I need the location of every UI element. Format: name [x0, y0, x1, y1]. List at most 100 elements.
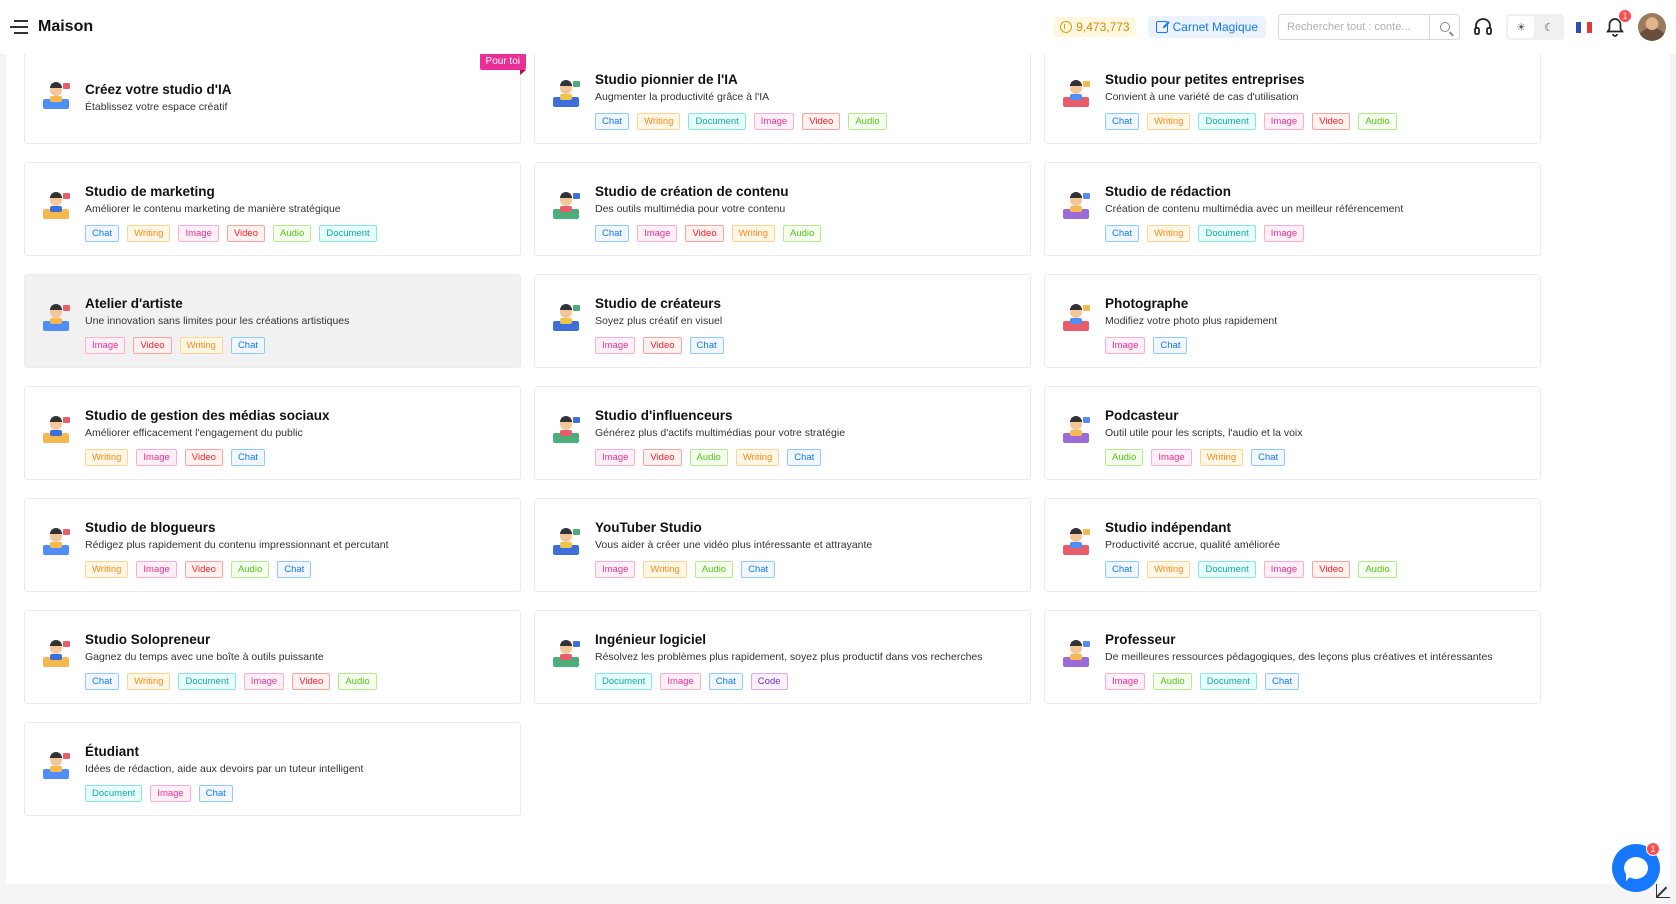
- tag-writing: Writing: [1199, 449, 1244, 466]
- studio-card[interactable]: Studio pionnier de l'IA Augmenter la prod…: [534, 54, 1031, 144]
- studio-card[interactable]: Studio de créateurs Soyez plus créatif en…: [534, 274, 1031, 368]
- card-title: YouTuber Studio: [595, 520, 702, 535]
- tag-writing: Writing: [735, 449, 780, 466]
- for-you-ribbon: Pour toi: [479, 54, 527, 75]
- headset-icon[interactable]: [1472, 17, 1494, 37]
- tag-video: Video: [643, 337, 682, 354]
- tag-audio: Audio: [689, 449, 728, 466]
- magic-notebook-label: Carnet Magique: [1172, 20, 1258, 34]
- tag-chat: Chat: [1105, 113, 1140, 130]
- tag-image: Image: [595, 561, 636, 578]
- card-description: Améliorer le contenu marketing de manièr…: [85, 203, 341, 215]
- marketer-icon: [39, 189, 73, 223]
- card-title: Studio de blogueurs: [85, 520, 216, 535]
- social-media-icon: [39, 413, 73, 447]
- avatar[interactable]: [1638, 13, 1666, 41]
- tag-chat: Chat: [1153, 337, 1188, 354]
- studio-card[interactable]: Studio de marketing Améliorer le contenu …: [24, 162, 521, 256]
- tag-audio: Audio: [1358, 113, 1397, 130]
- tag-document: Document: [85, 785, 143, 802]
- solopreneur-icon: [39, 637, 73, 671]
- card-description: Soyez plus créatif en visuel: [595, 315, 723, 327]
- card-title: Studio de création de contenu: [595, 184, 789, 199]
- tag-chat: Chat: [689, 337, 724, 354]
- youtuber-icon: [549, 525, 583, 559]
- ai-pioneer-icon: [549, 77, 583, 111]
- studio-card[interactable]: Ingénieur logiciel Résolvez les problèmes…: [534, 610, 1031, 704]
- tag-audio: Audio: [783, 225, 822, 242]
- studio-desk-icon: [39, 79, 73, 113]
- freelancer-icon: [1059, 525, 1093, 559]
- search-input[interactable]: [1279, 15, 1429, 39]
- tag-video: Video: [184, 561, 223, 578]
- page-title: Maison: [38, 18, 94, 35]
- studio-card[interactable]: YouTuber Studio Vous aider à créer une vi…: [534, 498, 1031, 592]
- content-creator-icon: [549, 189, 583, 223]
- tag-video: Video: [226, 225, 266, 242]
- tag-image: Image: [595, 337, 636, 354]
- card-title: Studio de marketing: [85, 184, 215, 199]
- studio-card[interactable]: Professeur De meilleures ressources pédag…: [1044, 610, 1541, 704]
- tag-writing: Writing: [637, 113, 681, 130]
- studio-card[interactable]: Podcasteur Outil utile pour les scripts, …: [1044, 386, 1541, 480]
- tag-writing: Writing: [127, 673, 171, 690]
- studio-card[interactable]: Photographe Modifiez votre photo plus rap…: [1044, 274, 1541, 368]
- tag-document: Document: [595, 673, 653, 690]
- studio-card[interactable]: Studio de blogueurs Rédigez plus rapideme…: [24, 498, 521, 592]
- studio-card[interactable]: Studio de rédaction Création de contenu m…: [1044, 162, 1541, 256]
- studio-card[interactable]: Studio de création de contenu Des outils …: [534, 162, 1031, 256]
- teacher-icon: [1059, 637, 1093, 671]
- writer-icon: [1059, 189, 1093, 223]
- tag-audio: Audio: [1105, 449, 1144, 466]
- main-content: Pour toi Créez votre studio d'IA Établisse…: [6, 54, 1670, 884]
- tag-image: Image: [637, 225, 678, 242]
- tag-image: Image: [660, 673, 701, 690]
- tag-chat: Chat: [230, 337, 266, 354]
- tag-writing: Writing: [1147, 113, 1191, 130]
- card-title: Photographe: [1105, 296, 1189, 311]
- expand-icon[interactable]: [1656, 884, 1670, 898]
- dark-theme-icon[interactable]: ☾: [1536, 16, 1562, 38]
- tag-image: Image: [1151, 449, 1192, 466]
- tag-document: Document: [178, 673, 236, 690]
- tag-writing: Writing: [1147, 561, 1191, 578]
- menu-toggle-icon[interactable]: [10, 20, 28, 34]
- studio-card[interactable]: Studio indépendant Productivité accrue, q…: [1044, 498, 1541, 592]
- tag-chat: Chat: [741, 561, 776, 578]
- tag-list: Image Video Chat: [595, 337, 1018, 354]
- search-button[interactable]: [1429, 15, 1459, 39]
- tag-list: Chat Writing Document Image Video Audio: [1105, 561, 1528, 578]
- card-description: Modifiez votre photo plus rapidement: [1105, 315, 1278, 327]
- studio-card[interactable]: Studio Solopreneur Gagnez du temps avec u…: [24, 610, 521, 704]
- student-icon: [39, 749, 73, 783]
- card-title: Studio indépendant: [1105, 520, 1231, 535]
- tag-list: Chat Writing Document Image: [1105, 225, 1528, 242]
- tag-image: Image: [1263, 113, 1305, 130]
- tag-image: Image: [150, 785, 191, 802]
- card-description: Une innovation sans limites pour les cré…: [85, 315, 350, 327]
- card-title: Studio pionnier de l'IA: [595, 72, 738, 87]
- card-title: Studio pour petites entreprises: [1105, 72, 1305, 87]
- light-theme-icon[interactable]: ☀: [1508, 16, 1534, 38]
- tag-chat: Chat: [1251, 449, 1286, 466]
- artist-icon: [39, 301, 73, 335]
- tag-audio: Audio: [338, 673, 377, 690]
- french-flag-icon[interactable]: [1576, 21, 1592, 33]
- studio-card[interactable]: Studio de gestion des médias sociaux Amél…: [24, 386, 521, 480]
- tag-image: Image: [1105, 337, 1146, 354]
- tag-image: Image: [1263, 561, 1305, 578]
- magic-notebook-button[interactable]: Carnet Magique: [1147, 16, 1266, 38]
- studio-card[interactable]: Étudiant Idées de rédaction, aide aux dev…: [24, 722, 521, 816]
- studio-card[interactable]: Pour toi Créez votre studio d'IA Établisse…: [24, 54, 527, 144]
- studio-card[interactable]: Atelier d'artiste Une innovation sans lim…: [24, 274, 521, 368]
- studio-card[interactable]: Studio d'influenceurs Générez plus d'acti…: [534, 386, 1031, 480]
- tag-audio: Audio: [1153, 673, 1192, 690]
- card-description: Idées de rédaction, aide aux devoirs par…: [85, 763, 364, 775]
- card-title: Studio d'influenceurs: [595, 408, 733, 423]
- card-title: Ingénieur logiciel: [595, 632, 707, 647]
- credits-badge[interactable]: 9,473,773: [1054, 17, 1136, 37]
- tag-list: Chat Writing Image Video Audio Document: [85, 225, 508, 242]
- notifications-button[interactable]: 1: [1604, 9, 1632, 38]
- studio-card[interactable]: Studio pour petites entreprises Convient …: [1044, 54, 1541, 144]
- chat-widget-button[interactable]: 1: [1612, 842, 1660, 892]
